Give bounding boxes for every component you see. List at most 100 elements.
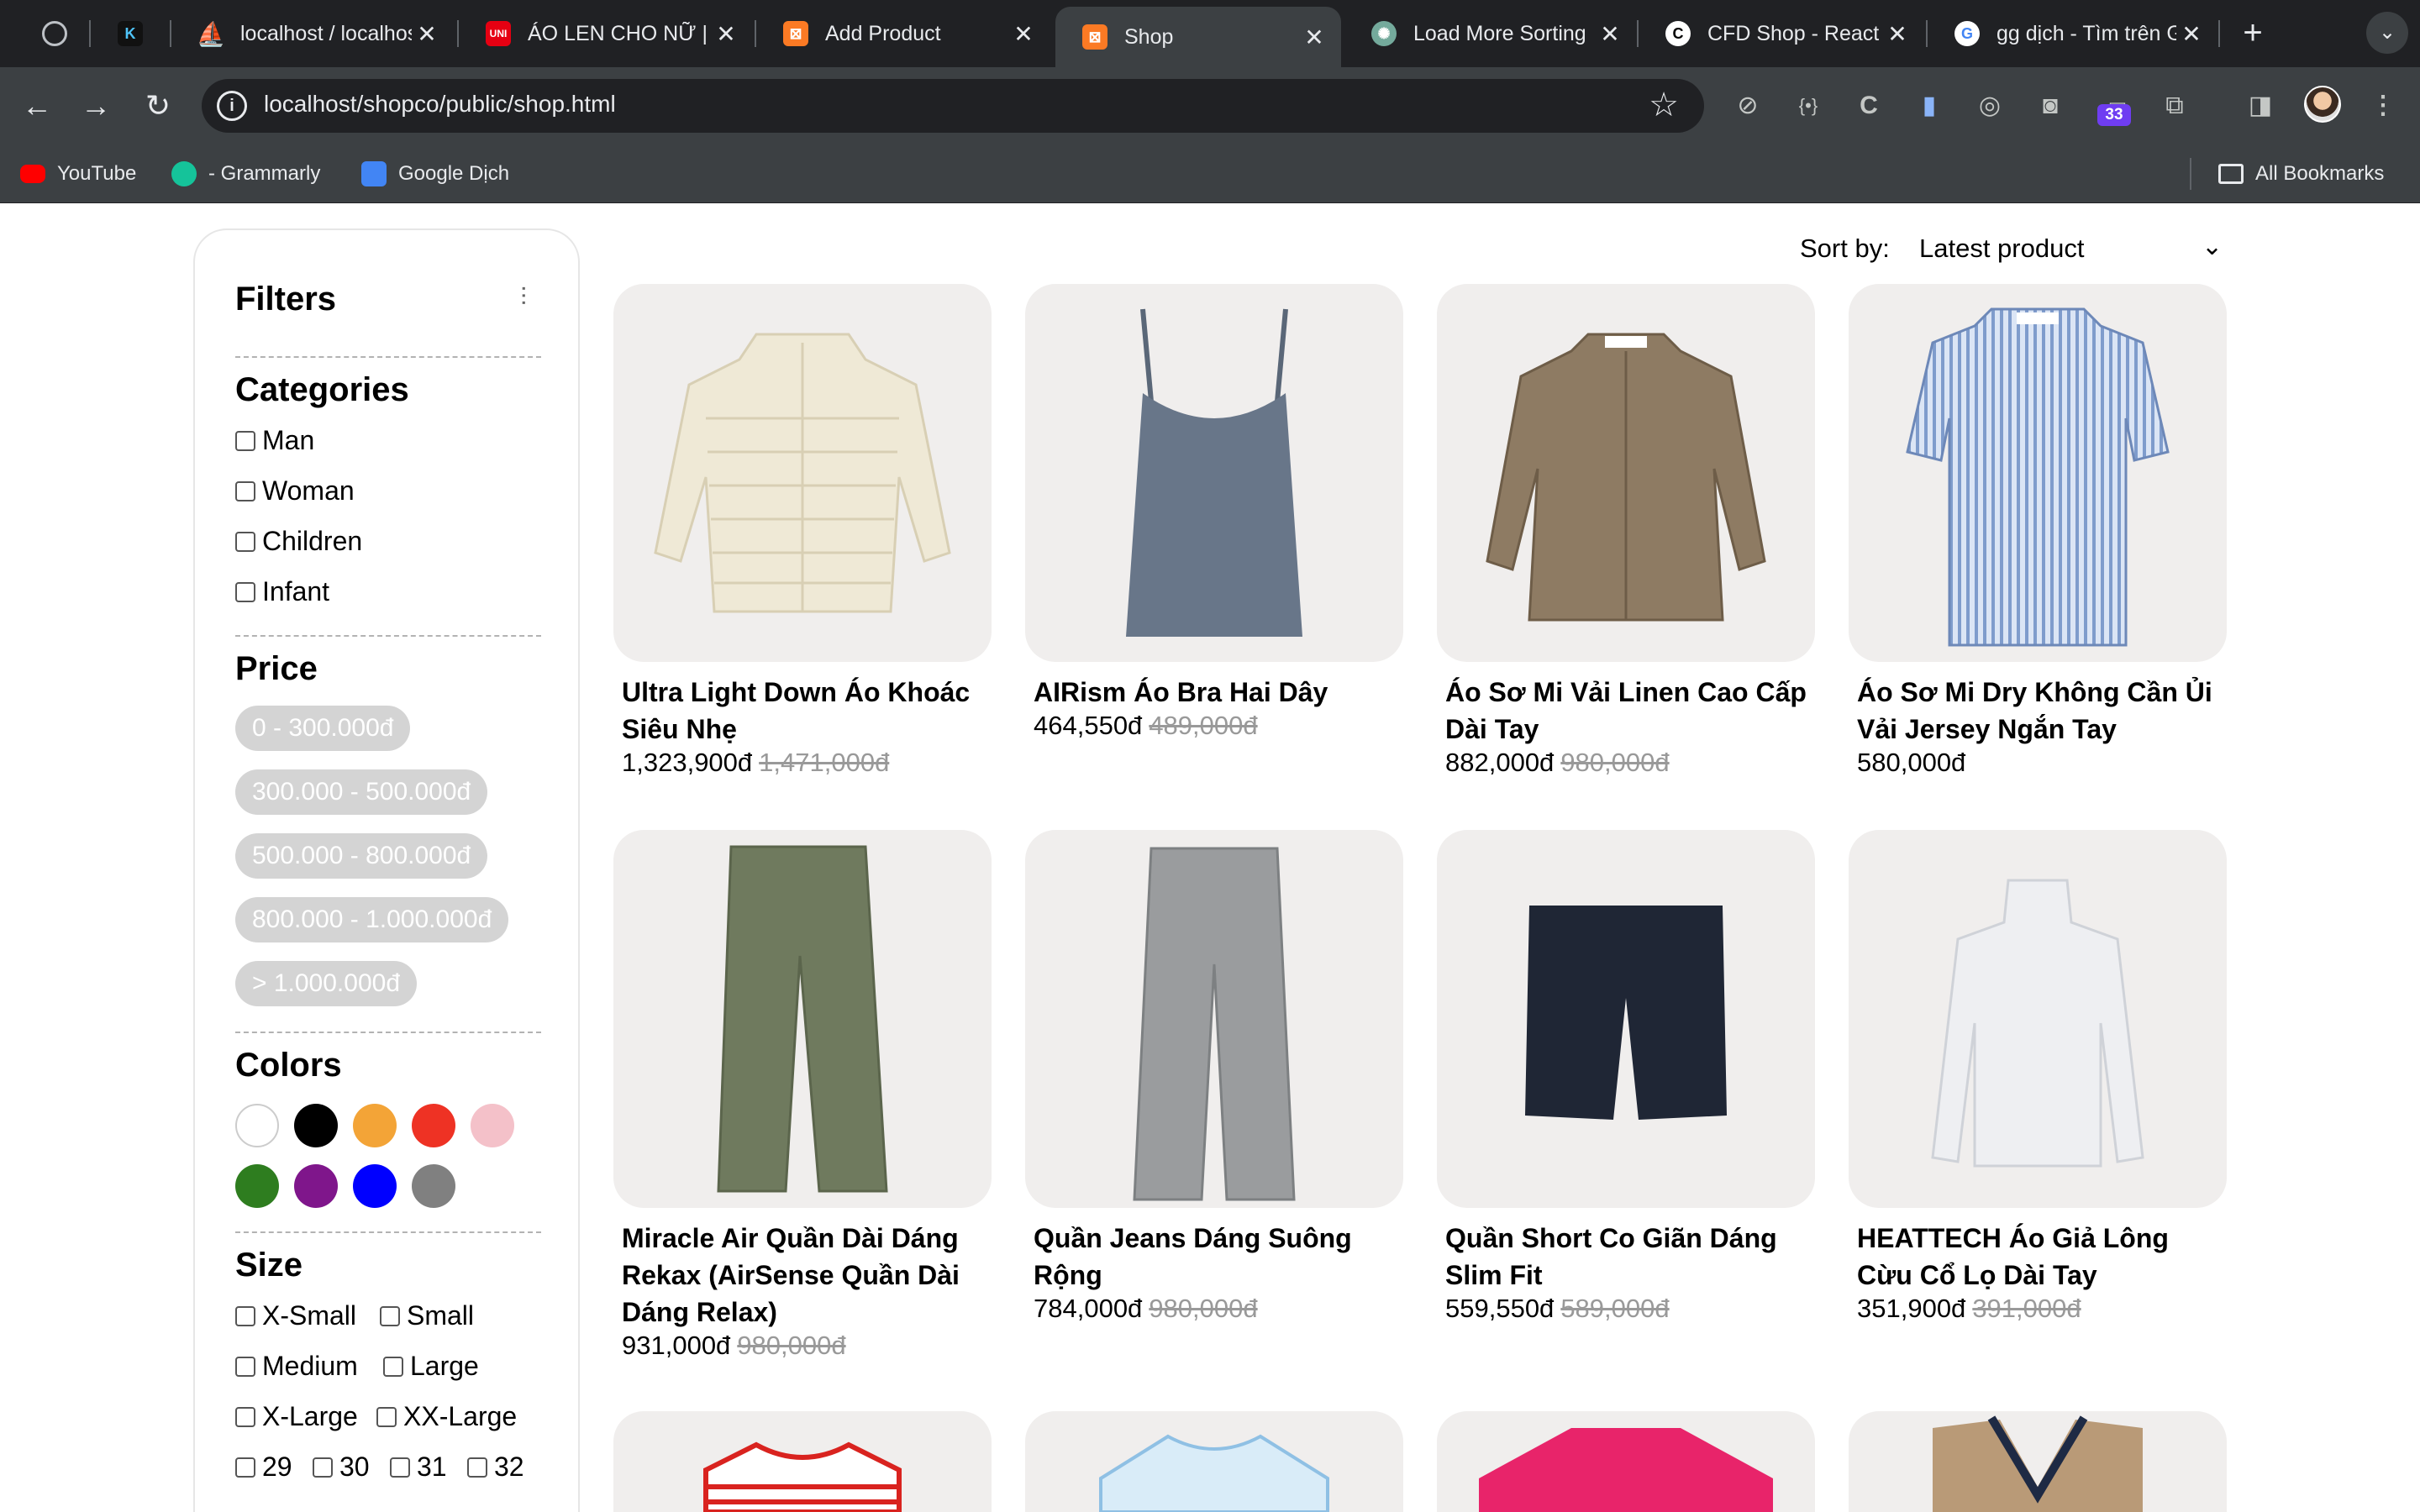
- color-swatch-green[interactable]: [235, 1164, 279, 1208]
- product-name[interactable]: AIRism Áo Bra Hai Dây: [1025, 674, 1403, 711]
- size-29[interactable]: 29: [235, 1452, 292, 1483]
- extensions-puzzle-icon[interactable]: ⧉: [2156, 87, 2193, 124]
- product-image[interactable]: [1025, 284, 1403, 662]
- size-32[interactable]: 32: [467, 1452, 524, 1483]
- tab-globe[interactable]: [17, 7, 84, 60]
- checkbox[interactable]: [235, 1305, 255, 1326]
- product-image[interactable]: [1849, 284, 2227, 662]
- product-name[interactable]: Quần Jeans Dáng Suông Rộng: [1025, 1220, 1403, 1294]
- profile-avatar[interactable]: [2304, 86, 2341, 123]
- color-swatch-black[interactable]: [294, 1104, 338, 1147]
- product-image[interactable]: [613, 284, 992, 662]
- target-extension-icon[interactable]: ◎: [1971, 87, 2008, 124]
- forward-button[interactable]: →: [76, 86, 116, 126]
- sort-select[interactable]: Latest product: [1919, 234, 2084, 264]
- price-range-chip[interactable]: 300.000 - 500.000đ: [235, 769, 488, 815]
- product-name[interactable]: Ultra Light Down Áo Khoác Siêu Nhẹ: [613, 674, 992, 748]
- sliders-icon[interactable]: ⫶: [509, 284, 538, 312]
- category-woman[interactable]: Woman: [235, 475, 355, 507]
- camera-extension-icon[interactable]: ◙: [2032, 87, 2069, 124]
- price-range-chip[interactable]: 800.000 - 1.000.000đ: [235, 897, 509, 942]
- reload-button[interactable]: ↻: [138, 86, 178, 126]
- checkbox[interactable]: [235, 1406, 255, 1427]
- size-30[interactable]: 30: [313, 1452, 370, 1483]
- site-info-icon[interactable]: i: [217, 91, 247, 121]
- size-medium[interactable]: Medium: [235, 1351, 358, 1382]
- checkbox[interactable]: [313, 1457, 333, 1478]
- url-text[interactable]: localhost/shopco/public/shop.html: [264, 91, 616, 118]
- product-image[interactable]: [1437, 1411, 1815, 1512]
- color-swatch-purple[interactable]: [294, 1164, 338, 1208]
- size-x-small[interactable]: X-Small: [235, 1300, 356, 1331]
- close-icon[interactable]: ✕: [2176, 20, 2207, 48]
- checkbox[interactable]: [235, 581, 255, 602]
- color-swatch-red[interactable]: [412, 1104, 455, 1147]
- close-icon[interactable]: ✕: [1595, 20, 1625, 48]
- tab-k-app[interactable]: K: [94, 7, 170, 60]
- size-large[interactable]: Large: [383, 1351, 479, 1382]
- size-x-large[interactable]: X-Large: [235, 1401, 358, 1432]
- checkbox[interactable]: [376, 1406, 397, 1427]
- color-swatch-grey[interactable]: [412, 1164, 455, 1208]
- checkbox[interactable]: [383, 1356, 403, 1377]
- bookmark-youtube[interactable]: YouTube: [20, 160, 136, 188]
- size-xx-large[interactable]: XX-Large: [376, 1401, 517, 1432]
- checkbox[interactable]: [235, 480, 255, 501]
- product-name[interactable]: Miracle Air Quần Dài Dáng Rekax (AirSens…: [613, 1220, 992, 1331]
- close-icon[interactable]: ✕: [711, 20, 741, 48]
- color-swatch-white[interactable]: [235, 1104, 279, 1147]
- address-bar[interactable]: i localhost/shopco/public/shop.html ☆: [202, 79, 1704, 133]
- category-children[interactable]: Children: [235, 526, 362, 557]
- tab-cfd-shop[interactable]: C CFD Shop - React ✕: [1639, 7, 1924, 60]
- close-icon[interactable]: ✕: [412, 20, 442, 48]
- size-small[interactable]: Small: [380, 1300, 474, 1331]
- product-image[interactable]: [1437, 284, 1815, 662]
- product-image[interactable]: [1849, 830, 2227, 1208]
- checkbox[interactable]: [235, 1356, 255, 1377]
- product-name[interactable]: HEATTECH Áo Giả Lông Cừu Cổ Lọ Dài Tay: [1849, 1220, 2227, 1294]
- color-swatch-blue[interactable]: [353, 1164, 397, 1208]
- docs-extension-icon[interactable]: ▮: [1911, 87, 1948, 124]
- product-image[interactable]: [1025, 830, 1403, 1208]
- bookmark-google-translate[interactable]: Google Dịch: [361, 160, 509, 188]
- close-icon[interactable]: ✕: [1008, 20, 1039, 48]
- tab-load-more-sorting[interactable]: ✺ Load More Sorting ✕: [1344, 7, 1637, 60]
- product-image[interactable]: [1437, 830, 1815, 1208]
- chevron-down-icon[interactable]: ⌄: [2202, 232, 2223, 261]
- css-extension-icon[interactable]: C: [1850, 87, 1887, 124]
- price-range-chip[interactable]: > 1.000.000đ: [235, 961, 418, 1006]
- side-panel-icon[interactable]: ◨: [2242, 87, 2279, 124]
- back-button[interactable]: ←: [17, 86, 57, 126]
- compass-extension-icon[interactable]: ⊘: [1729, 87, 1766, 124]
- tab-google-translate[interactable]: G gg dịch - Tìm trên Google ✕: [1928, 7, 2218, 60]
- checkbox[interactable]: [235, 531, 255, 552]
- checkbox[interactable]: [235, 1457, 255, 1478]
- all-bookmarks[interactable]: All Bookmarks: [2218, 160, 2384, 188]
- bookmark-star-icon[interactable]: ☆: [1649, 86, 1679, 124]
- checkbox[interactable]: [467, 1457, 487, 1478]
- color-swatch-pink[interactable]: [471, 1104, 514, 1147]
- category-man[interactable]: Man: [235, 425, 314, 456]
- checkbox[interactable]: [235, 430, 255, 451]
- checkbox[interactable]: [380, 1305, 400, 1326]
- price-range-chip[interactable]: 0 - 300.000đ: [235, 706, 411, 751]
- price-range-chip[interactable]: 500.000 - 800.000đ: [235, 833, 488, 879]
- category-infant[interactable]: Infant: [235, 576, 329, 607]
- product-image[interactable]: [1025, 1411, 1403, 1512]
- tab-search-button[interactable]: ⌄: [2366, 12, 2408, 54]
- checkbox[interactable]: [390, 1457, 410, 1478]
- product-image[interactable]: [1849, 1411, 2227, 1512]
- product-name[interactable]: Quần Short Co Giãn Dáng Slim Fit: [1437, 1220, 1815, 1294]
- menu-kebab-icon[interactable]: ⋮: [2365, 87, 2402, 124]
- product-image[interactable]: [613, 1411, 992, 1512]
- new-tab-button[interactable]: +: [2232, 12, 2274, 54]
- tab-add-product[interactable]: ⊠ Add Product ✕: [756, 7, 1050, 60]
- tab-phpmyadmin[interactable]: ⛵ localhost / localhost ✕: [171, 7, 454, 60]
- product-name[interactable]: Áo Sơ Mi Vải Linen Cao Cấp Dài Tay: [1437, 674, 1815, 748]
- bookmark-grammarly[interactable]: - Grammarly: [171, 160, 320, 188]
- json-extension-icon[interactable]: {•}: [1790, 87, 1827, 124]
- size-31[interactable]: 31: [390, 1452, 447, 1483]
- tab-shop[interactable]: ⊠ Shop ✕: [1055, 7, 1341, 67]
- close-icon[interactable]: ✕: [1882, 20, 1912, 48]
- tab-uniqlo[interactable]: UNI ÁO LEN CHO NỮ | UNIQLO ✕: [459, 7, 753, 60]
